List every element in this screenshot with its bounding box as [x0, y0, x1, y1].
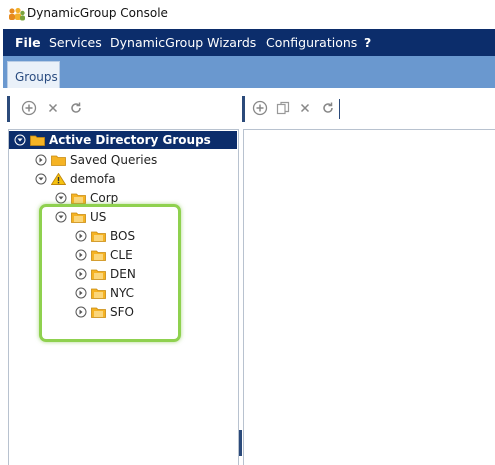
tree-item-cle[interactable]: CLE	[75, 246, 133, 264]
expand-icon[interactable]	[75, 230, 87, 242]
menu-configurations[interactable]: Configurations	[266, 35, 357, 50]
tree-item-active-directory-groups[interactable]: Active Directory Groups	[9, 131, 237, 149]
tree-item-label: NYC	[110, 286, 135, 300]
collapse-icon[interactable]	[14, 134, 26, 146]
tree-item-label: CLE	[110, 248, 133, 262]
tree-item-nyc[interactable]: NYC	[75, 284, 134, 302]
delete-icon[interactable]	[297, 100, 313, 116]
menu-file[interactable]: File	[15, 35, 41, 50]
tab-strip: Groups	[3, 56, 495, 88]
tree-item-demofa[interactable]: demofa	[35, 170, 116, 188]
tab-groups[interactable]: Groups	[7, 61, 60, 88]
folder-icon	[30, 135, 45, 146]
tree-item-label: US	[90, 210, 107, 224]
menu-help[interactable]: ?	[364, 35, 371, 50]
tree-item-label: BOS	[110, 229, 136, 243]
folder-icon	[91, 269, 106, 280]
folder-icon	[71, 193, 86, 204]
menu-services[interactable]: Services	[49, 35, 102, 50]
add-icon[interactable]	[252, 100, 268, 116]
collapse-icon[interactable]	[35, 173, 47, 185]
tree-item-label: Saved Queries	[70, 153, 158, 167]
toolbar-separator	[339, 99, 340, 119]
refresh-icon[interactable]	[320, 100, 336, 116]
app-people-icon	[9, 7, 25, 21]
folder-icon	[91, 307, 106, 318]
copy-icon[interactable]	[275, 100, 291, 116]
tree-item-label: demofa	[70, 172, 116, 186]
menu-bar: File Services DynamicGroup Wizards Confi…	[3, 29, 495, 56]
tree-item-saved-queries[interactable]: Saved Queries	[35, 151, 157, 169]
folder-icon	[51, 155, 66, 166]
collapse-icon[interactable]	[55, 211, 67, 223]
folder-icon	[91, 231, 106, 242]
tree-item-label: Active Directory Groups	[49, 133, 211, 147]
folder-icon	[91, 288, 106, 299]
tree-item-den[interactable]: DEN	[75, 265, 136, 283]
tree-toolbar	[7, 96, 241, 122]
warning-icon	[51, 173, 66, 185]
folder-icon	[91, 250, 106, 261]
delete-icon[interactable]	[45, 100, 61, 116]
tree-item-bos[interactable]: BOS	[75, 227, 135, 245]
expand-icon[interactable]	[75, 268, 87, 280]
expand-icon[interactable]	[75, 287, 87, 299]
add-icon[interactable]	[21, 100, 37, 116]
details-toolbar	[242, 96, 495, 122]
tree-item-sfo[interactable]: SFO	[75, 303, 134, 321]
expand-icon[interactable]	[75, 306, 87, 318]
expand-icon[interactable]	[35, 154, 47, 166]
refresh-icon[interactable]	[68, 100, 84, 116]
collapse-icon[interactable]	[55, 192, 67, 204]
tree-item-us[interactable]: US	[55, 208, 106, 226]
tree-item-corp[interactable]: Corp	[55, 189, 118, 207]
details-panel	[243, 129, 495, 465]
expand-icon[interactable]	[75, 249, 87, 261]
tree-item-label: DEN	[110, 267, 136, 281]
menu-dynamicgroup-wizards[interactable]: DynamicGroup Wizards	[110, 35, 256, 50]
panel-splitter[interactable]	[239, 430, 242, 456]
title-bar: DynamicGroup Console	[0, 0, 495, 28]
tree-item-label: SFO	[110, 305, 134, 319]
folder-icon	[71, 212, 86, 223]
tree-item-label: Corp	[90, 191, 119, 205]
window-title: DynamicGroup Console	[27, 6, 168, 20]
